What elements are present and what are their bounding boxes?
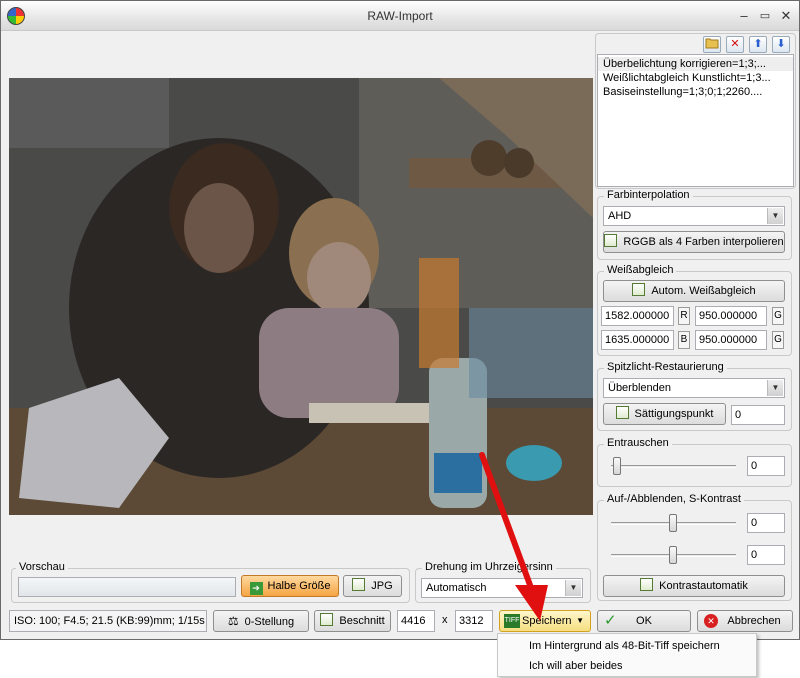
annotation-arrow: [479, 452, 548, 621]
